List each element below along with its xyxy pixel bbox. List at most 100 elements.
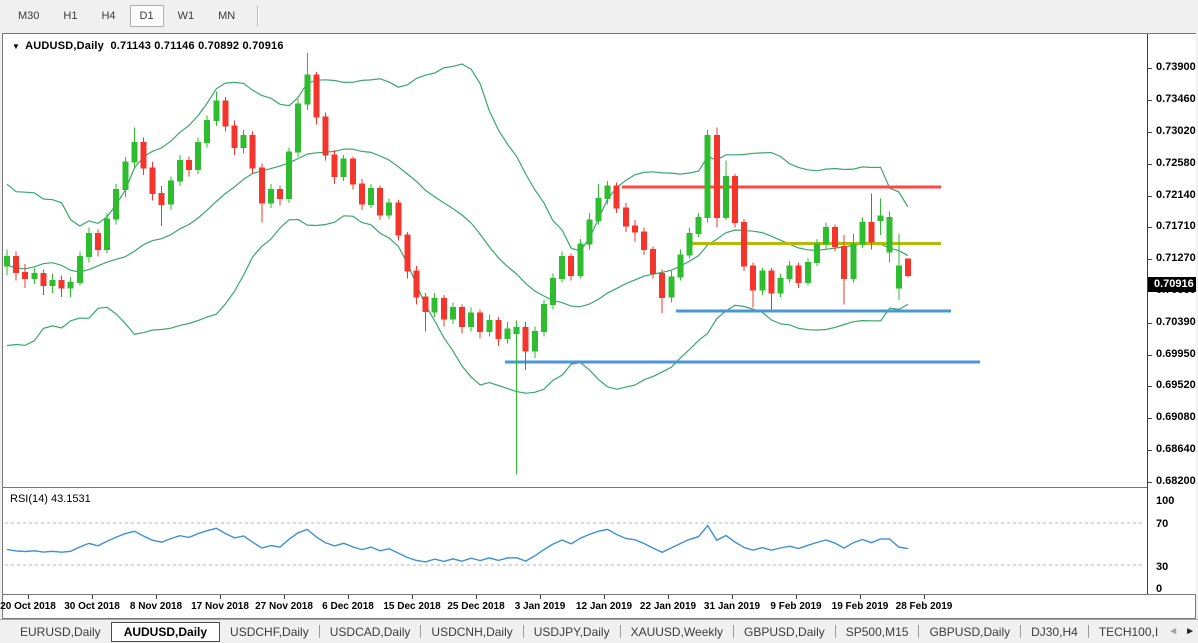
candle-body: [751, 266, 756, 290]
candle-body: [405, 235, 410, 271]
price-axis-label: 0.71270: [1156, 252, 1196, 264]
date-axis-label: 30 Oct 2018: [64, 601, 120, 612]
candle-body: [259, 168, 264, 203]
candle-body: [187, 161, 192, 170]
candle-body: [478, 313, 483, 331]
date-axis-label: 22 Jan 2019: [640, 601, 696, 612]
chart-tab-gbpusd-daily[interactable]: GBPUSD,Daily: [919, 622, 1020, 642]
price-axis[interactable]: 0.739000.734600.730200.725800.721400.717…: [1147, 34, 1196, 594]
scroll-tabs-left-icon[interactable]: ◄: [1168, 621, 1178, 643]
price-axis-label: 0.68640: [1156, 443, 1196, 455]
candle-body: [159, 193, 164, 204]
rsi-indicator-label: RSI(14) 43.1531: [10, 493, 91, 505]
chart-title-ohlc: 0.71143 0.71146 0.70892 0.70916: [110, 40, 283, 52]
chart-tab-usdchf-daily[interactable]: USDCHF,Daily: [220, 622, 319, 642]
date-axis-label: 20 Oct 2018: [0, 601, 56, 612]
timeframe-button-mn[interactable]: MN: [208, 5, 245, 27]
candle-body: [296, 104, 301, 152]
candle-body: [141, 143, 146, 168]
price-axis-label: 0.69080: [1156, 411, 1196, 423]
date-axis-label: 15 Dec 2018: [383, 601, 440, 612]
candle-body: [423, 297, 428, 312]
date-axis-tick: [476, 595, 477, 599]
candle-body: [833, 228, 838, 247]
chart-tab-usdcnh-daily[interactable]: USDCNH,Daily: [421, 622, 522, 642]
candle-body: [669, 277, 674, 297]
timeframe-button-m30[interactable]: M30: [8, 5, 49, 27]
timeframe-button-d1[interactable]: D1: [130, 5, 164, 27]
candle-body: [96, 233, 101, 249]
symbol-dropdown-icon[interactable]: ▼: [12, 42, 20, 51]
date-axis-tick: [860, 595, 861, 599]
price-axis-tick: [1148, 450, 1152, 451]
candle-body: [359, 184, 364, 204]
price-axis-tick: [1148, 164, 1152, 165]
chart-tab-tech100-i[interactable]: TECH100,I: [1089, 622, 1168, 642]
candle-body: [796, 266, 801, 283]
chart-tab-sp500-m15[interactable]: SP500,M15: [836, 622, 919, 642]
price-axis-label: 0.73900: [1156, 61, 1196, 73]
scroll-tabs-right-icon[interactable]: ►: [1185, 621, 1195, 643]
chart-tab-gbpusd-daily[interactable]: GBPUSD,Daily: [734, 622, 835, 642]
chart-tabs-bar: EURUSD,DailyAUDUSD,DailyUSDCHF,DailyUSDC…: [0, 619, 1198, 643]
candle-body: [432, 299, 437, 312]
date-axis[interactable]: 20 Oct 201830 Oct 20188 Nov 201817 Nov 2…: [3, 594, 1195, 618]
tab-scroll-arrows: ◄►: [1168, 621, 1198, 643]
date-axis-label: 3 Jan 2019: [515, 601, 566, 612]
candle-body: [805, 262, 810, 282]
date-axis-tick: [348, 595, 349, 599]
date-axis-label: 28 Feb 2019: [896, 601, 953, 612]
chart-tab-audusd-daily[interactable]: AUDUSD,Daily: [111, 622, 220, 642]
chart-tab-dj30-h4[interactable]: DJ30,H4: [1021, 622, 1088, 642]
rsi-line[interactable]: [7, 526, 908, 562]
candle-body: [714, 135, 719, 217]
price-axis-label: 0.72140: [1156, 189, 1196, 201]
candle-body: [696, 217, 701, 233]
rsi-scale-label-100: 100: [1156, 495, 1174, 507]
candle-body: [287, 152, 292, 199]
candle-body: [14, 257, 19, 273]
candle-body: [223, 101, 228, 126]
price-axis-label: 0.69520: [1156, 379, 1196, 391]
candle-body: [623, 208, 628, 226]
timeframe-button-h4[interactable]: H4: [91, 5, 125, 27]
date-axis-label: 6 Dec 2018: [322, 601, 374, 612]
candle-body: [760, 271, 765, 290]
price-axis-tick: [1148, 196, 1152, 197]
pane-splitter[interactable]: [3, 487, 1195, 488]
chart-tab-eurusd-daily[interactable]: EURUSD,Daily: [10, 622, 111, 642]
candle-body: [196, 143, 201, 170]
price-axis-label: 0.72580: [1156, 157, 1196, 169]
candle-body: [551, 278, 556, 304]
candle-body: [232, 126, 237, 148]
candle-body: [496, 321, 501, 339]
timeframe-button-w1[interactable]: W1: [168, 5, 205, 27]
price-pane[interactable]: ▼AUDUSD,Daily 0.71143 0.71146 0.70892 0.…: [3, 34, 1147, 487]
chart-tab-usdcad-daily[interactable]: USDCAD,Daily: [320, 622, 421, 642]
candle-body: [723, 177, 728, 218]
candle-body: [660, 273, 665, 297]
candle-body: [742, 222, 747, 266]
date-axis-label: 27 Nov 2018: [255, 601, 313, 612]
candle-body: [514, 328, 519, 334]
chart-tab-xauusd-weekly[interactable]: XAUUSD,Weekly: [621, 622, 733, 642]
candle-body: [469, 313, 474, 326]
candle-body: [250, 135, 255, 168]
candle-body: [450, 307, 455, 319]
candle-body: [678, 255, 683, 277]
timeframe-button-h1[interactable]: H1: [53, 5, 87, 27]
price-axis-tick: [1148, 100, 1152, 101]
chart-window: ▼AUDUSD,Daily 0.71143 0.71146 0.70892 0.…: [2, 33, 1196, 619]
candle-body: [596, 199, 601, 221]
rsi-pane[interactable]: RSI(14) 43.1531: [3, 489, 1147, 594]
price-axis-tick: [1148, 323, 1152, 324]
candle-body: [814, 244, 819, 262]
chart-tab-usdjpy-daily[interactable]: USDJPY,Daily: [524, 622, 620, 642]
candle-body: [205, 121, 210, 143]
candle-body: [787, 266, 792, 278]
date-axis-label: 17 Nov 2018: [191, 601, 249, 612]
candle-body: [32, 273, 37, 278]
candle-body: [869, 222, 874, 242]
price-axis-label: 0.73020: [1156, 125, 1196, 137]
candle-body: [414, 271, 419, 297]
